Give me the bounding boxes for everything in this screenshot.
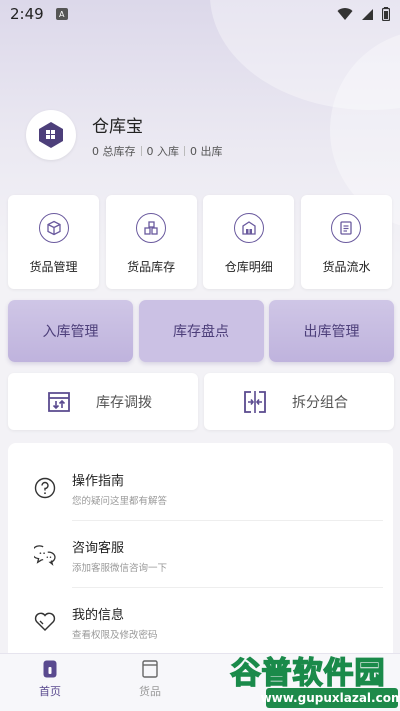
status-time: 2:49 — [10, 5, 44, 23]
cube-logo-icon — [39, 122, 63, 148]
goods-ledger-label: 货品流水 — [322, 260, 371, 274]
watermark-url: www.gupuxlazal.com — [261, 688, 400, 708]
transfer-icon — [46, 389, 72, 415]
menu-panel: 操作指南 您的疑问这里都有解答 咨询客服 添加客服微信咨询一下 我的信息 查看权… — [8, 443, 393, 663]
menu-item-subtitle: 查看权限及修改密码 — [72, 629, 158, 641]
divider — [140, 145, 142, 156]
inbound-management-button[interactable]: 入库管理 — [8, 300, 133, 362]
status-bar: 2:49 A — [0, 0, 400, 28]
goods-inventory-button[interactable]: 货品库存 — [105, 195, 197, 289]
goods-inventory-label: 货品库存 — [127, 260, 176, 274]
ledger-icon — [331, 213, 362, 243]
app-name: 仓库宝 — [92, 116, 143, 137]
home-icon — [43, 660, 57, 678]
stocktaking-button[interactable]: 库存盘点 — [138, 300, 264, 362]
tab-home[interactable]: 首页 — [0, 654, 100, 711]
help-icon — [34, 477, 56, 499]
tab-label: 货品 — [139, 685, 161, 698]
menu-item-customer-service[interactable]: 咨询客服 添加客服微信咨询一下 — [8, 522, 393, 588]
stock-summary: 0 总库存 0 入库 0 出库 — [92, 143, 223, 159]
notification-badge: A — [55, 8, 68, 20]
app-logo — [26, 110, 76, 160]
box-icon — [38, 213, 69, 243]
outbound-management-button[interactable]: 出库管理 — [269, 300, 394, 362]
stat-outbound: 0 出库 — [190, 144, 223, 158]
main-actions: 入库管理 库存盘点 出库管理 — [8, 300, 394, 362]
battery-icon — [382, 7, 390, 21]
split-merge-button[interactable]: 拆分组合 — [204, 373, 394, 430]
goods-tab-icon — [142, 660, 158, 678]
menu-item-subtitle: 您的疑问这里都有解答 — [72, 495, 168, 507]
divider — [184, 145, 185, 156]
warehouse-details-button[interactable]: 仓库明细 — [203, 195, 295, 289]
quick-actions: 货品管理 货品库存 仓库明细 货品流水 — [8, 195, 392, 289]
stat-total: 0 总库存 — [92, 144, 136, 158]
stock-transfer-label: 库存调拨 — [96, 394, 152, 411]
tab-goods[interactable]: 货品 — [100, 654, 200, 711]
menu-item-title: 咨询客服 — [72, 540, 125, 556]
divider — [72, 587, 383, 588]
menu-item-title: 操作指南 — [72, 473, 125, 489]
secondary-actions: 库存调拨 拆分组合 — [8, 373, 394, 430]
menu-item-subtitle: 添加客服微信咨询一下 — [72, 562, 168, 574]
watermark: 谷普软件园 www.gupuxlazal.com — [218, 648, 400, 711]
goods-management-button[interactable]: 货品管理 — [8, 195, 99, 289]
menu-item-guide[interactable]: 操作指南 您的疑问这里都有解答 — [8, 455, 393, 521]
menu-item-my-info[interactable]: 我的信息 查看权限及修改密码 — [8, 589, 393, 655]
warehouse-details-label: 仓库明细 — [224, 260, 273, 274]
stat-inbound: 0 入库 — [146, 144, 180, 158]
watermark-title: 谷普软件园 — [230, 655, 386, 692]
warehouse-icon — [233, 213, 264, 243]
chat-icon — [34, 544, 56, 566]
tab-label: 首页 — [39, 685, 61, 698]
signal-icon — [362, 8, 373, 20]
heart-icon — [34, 611, 56, 633]
inventory-icon — [136, 213, 167, 243]
app-header: 仓库宝 0 总库存 0 入库 0 出库 — [26, 110, 223, 160]
wifi-icon — [337, 7, 353, 20]
goods-ledger-button[interactable]: 货品流水 — [300, 195, 392, 289]
split-merge-label: 拆分组合 — [292, 394, 348, 411]
divider — [72, 520, 383, 521]
goods-management-label: 货品管理 — [29, 260, 78, 274]
status-icons — [337, 7, 390, 21]
split-merge-icon — [242, 389, 268, 415]
stock-transfer-button[interactable]: 库存调拨 — [8, 373, 198, 430]
menu-item-title: 我的信息 — [72, 607, 125, 623]
